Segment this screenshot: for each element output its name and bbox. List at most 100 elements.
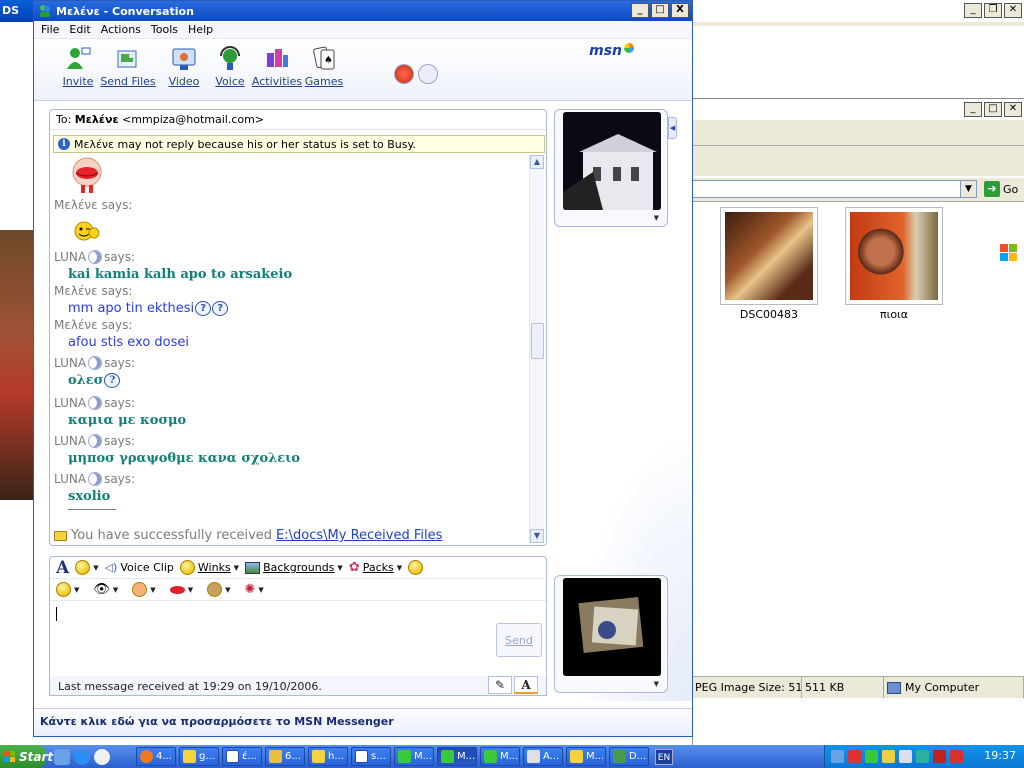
computer-icon: [887, 681, 901, 694]
maximize-button[interactable]: □: [651, 3, 669, 18]
update-icon[interactable]: [916, 750, 929, 763]
clock[interactable]: 19:37: [984, 749, 1016, 762]
emoticon-flower-button[interactable]: ✺ ▼: [244, 582, 263, 597]
go-button[interactable]: ➜ Go: [984, 180, 1018, 198]
says-label: says:: [104, 434, 136, 448]
msn-conversation-window[interactable]: Μελένε - Conversation _ □ X File Edit Ac…: [33, 0, 693, 737]
message-input[interactable]: [52, 603, 544, 673]
title-bar[interactable]: Μελένε - Conversation _ □ X: [34, 1, 692, 21]
font-style-icon[interactable]: [418, 64, 438, 84]
folder-icon: [570, 750, 583, 763]
task-msn-1[interactable]: M...: [394, 747, 434, 766]
picture-dropdown-icon[interactable]: ▼: [654, 214, 659, 222]
bg-inner-close-button[interactable]: ✕: [1004, 102, 1022, 117]
message-text: ολεσ?: [54, 371, 530, 389]
start-button[interactable]: Start: [0, 745, 53, 768]
block-icon[interactable]: [394, 64, 414, 84]
shield-icon[interactable]: [933, 750, 946, 763]
says-label: says:: [104, 472, 136, 486]
send-files-button[interactable]: Send Files: [100, 45, 156, 88]
voice-clip-button[interactable]: ◁) Voice Clip: [105, 561, 174, 574]
thumbnail-dsc00483[interactable]: [720, 207, 818, 305]
media-player-icon[interactable]: [94, 748, 110, 765]
send-button[interactable]: Send: [496, 623, 542, 657]
message-text: μηποσ γραψοθμε κανα σχολειο: [68, 450, 301, 466]
message-history[interactable]: Μελένε says: LUNA says: kai kamia kalh ap…: [54, 155, 530, 520]
backgrounds-button[interactable]: Backgrounds ▼: [245, 561, 343, 574]
mail-icon[interactable]: [950, 750, 963, 763]
task-word-s[interactable]: s...: [351, 747, 391, 766]
bg-restore-button[interactable]: ❐: [984, 3, 1002, 18]
bg-minimize-button[interactable]: _: [964, 3, 982, 18]
type-mode-icon[interactable]: A: [514, 676, 538, 694]
emoticon-button[interactable]: ▼: [75, 560, 99, 575]
task-word[interactable]: έ...: [222, 747, 262, 766]
message-header: Μελένε says:: [54, 317, 530, 333]
packs-button[interactable]: ✿ Packs ▼: [349, 560, 402, 575]
network-icon[interactable]: [831, 750, 844, 763]
voice-button[interactable]: Voice: [206, 45, 254, 88]
bg-inner-minimize-button[interactable]: _: [964, 102, 982, 117]
games-button[interactable]: ♠ Games: [300, 45, 348, 88]
video-button[interactable]: Video: [160, 45, 208, 88]
scroll-down-icon[interactable]: ▼: [530, 529, 544, 543]
menu-actions[interactable]: Actions: [98, 23, 148, 36]
left-window-title[interactable]: DS: [0, 0, 33, 22]
ie-icon[interactable]: [74, 748, 90, 765]
menu-help[interactable]: Help: [185, 23, 220, 36]
thumbnail-image: [725, 212, 813, 300]
font-button[interactable]: A: [56, 558, 69, 578]
desktop-icon[interactable]: [54, 748, 70, 765]
nudge-button[interactable]: [408, 560, 424, 575]
emoticon-palette-button[interactable]: ▼: [207, 582, 230, 597]
task-folder-m[interactable]: M...: [566, 747, 606, 766]
task-msn-3[interactable]: M...: [480, 747, 520, 766]
task-msn-active[interactable]: M...: [437, 747, 477, 766]
task-app-a[interactable]: A...: [523, 747, 563, 766]
bg-inner-maximize-button[interactable]: □: [984, 102, 1002, 117]
picture-dropdown-icon[interactable]: ▼: [654, 680, 659, 688]
minimize-button[interactable]: _: [631, 3, 649, 18]
address-dropdown-icon[interactable]: ▼: [960, 181, 976, 197]
my-display-picture[interactable]: ▼: [554, 575, 668, 693]
scroll-up-icon[interactable]: ▲: [530, 155, 544, 169]
task-app-d[interactable]: D...: [609, 747, 649, 766]
left-window-title-text: DS: [2, 4, 20, 17]
contact-display-picture[interactable]: ▼: [554, 109, 668, 227]
scroll-thumb[interactable]: [531, 323, 544, 359]
winks-button[interactable]: Winks ▼: [179, 560, 239, 575]
expand-panel-icon[interactable]: ◀: [668, 117, 677, 139]
menu-file[interactable]: File: [38, 23, 66, 36]
bg-close-button[interactable]: ✕: [1004, 3, 1022, 18]
language-indicator[interactable]: EN: [655, 748, 673, 765]
task-label: g...: [199, 751, 215, 762]
task-app-6[interactable]: 6...: [265, 747, 305, 766]
volume-icon[interactable]: [899, 750, 912, 763]
emoticon-eye-button[interactable]: 👁 ▼: [93, 582, 118, 597]
thumbnail-pioia[interactable]: [845, 207, 943, 305]
menu-edit[interactable]: Edit: [66, 23, 97, 36]
message-text: kai kamia kalh apo to arsakeio: [68, 266, 293, 282]
invite-button[interactable]: Invite: [54, 45, 102, 88]
security-icon[interactable]: [848, 750, 861, 763]
activities-label: Activities: [251, 75, 303, 88]
task-folder-g[interactable]: g...: [179, 747, 219, 766]
address-input[interactable]: ▼: [692, 180, 977, 198]
chevron-down-icon: ▼: [150, 585, 156, 594]
close-button[interactable]: X: [671, 3, 689, 18]
received-files-link[interactable]: E:\docs\My Received Files: [276, 528, 442, 543]
emoticon-smile-button[interactable]: ▼: [56, 582, 79, 597]
activities-button[interactable]: Activities: [250, 45, 304, 88]
customize-banner[interactable]: Κάντε κλικ εδώ για να προσαρμόσετε το MS…: [34, 708, 692, 736]
emoticon-face-button[interactable]: ▼: [132, 582, 156, 597]
handwriting-icon[interactable]: ✎: [488, 676, 512, 694]
msn-tray-icon[interactable]: [865, 750, 878, 763]
task-firefox[interactable]: 4...: [136, 747, 176, 766]
contact-name[interactable]: Μελένε: [75, 113, 119, 126]
emoticon-lips-button[interactable]: ▼: [169, 585, 193, 594]
message-text: mm apo tin ekthesi??: [54, 299, 530, 317]
conversation-scrollbar[interactable]: ▲ ▼: [529, 155, 544, 543]
antivirus-icon[interactable]: [882, 750, 895, 763]
task-folder-h[interactable]: h...: [308, 747, 348, 766]
menu-tools[interactable]: Tools: [148, 23, 185, 36]
